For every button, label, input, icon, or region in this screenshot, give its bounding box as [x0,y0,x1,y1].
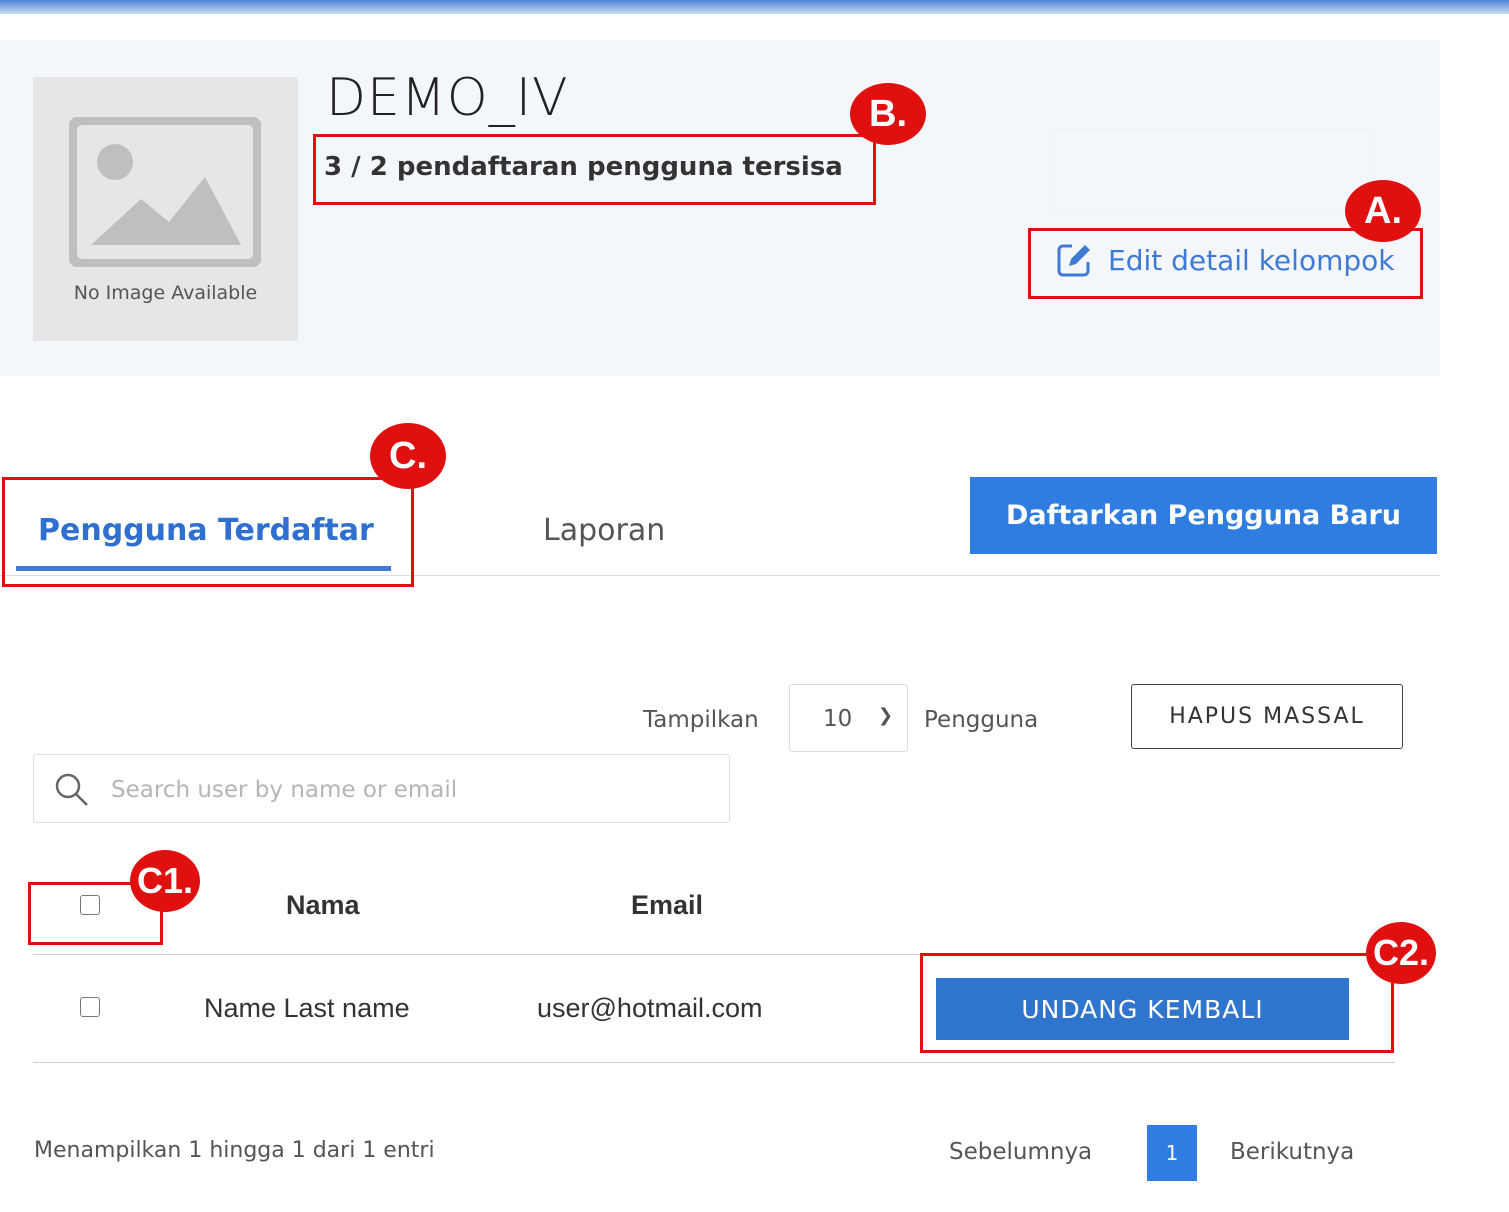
back-to-group-button[interactable]: Back to Group [1050,128,1374,212]
row-divider [33,1062,1395,1063]
pagination-next[interactable]: Berikutnya [1230,1139,1354,1165]
annotation-badge-a: A. [1345,180,1421,242]
entries-info: Menampilkan 1 hingga 1 dari 1 entri [34,1138,435,1163]
annotation-box-a [1028,228,1423,299]
annotation-badge-c2: C2. [1366,922,1436,984]
page-size-label: Tampilkan [643,707,759,733]
search-icon [55,773,88,806]
row-email: user@hotmail.com [537,993,763,1023]
pagination-page-1[interactable]: 1 [1147,1125,1197,1181]
page-size-select[interactable]: 10 ❯ [789,684,908,752]
no-image-label: No Image Available [73,282,258,304]
annotation-badge-b: B. [850,83,926,145]
chevron-down-icon: ❯ [878,705,894,726]
annotation-box-b [313,134,876,205]
annotation-box-c [2,477,414,587]
annotation-box-c2 [920,953,1394,1053]
image-placeholder-icon [69,117,261,267]
register-new-user-button[interactable]: Daftarkan Pengguna Baru [970,477,1437,554]
column-header-email: Email [631,890,704,920]
bulk-delete-button[interactable]: HAPUS MASSAL [1131,684,1403,749]
row-name: Name Last name [204,993,410,1023]
group-image-placeholder: No Image Available [33,77,298,341]
top-strip [0,0,1509,14]
row-checkbox[interactable] [80,997,100,1017]
pagination-previous[interactable]: Sebelumnya [949,1139,1092,1165]
search-input[interactable] [109,769,713,811]
search-box[interactable] [33,754,730,823]
page-size-value: 10 [823,706,853,732]
annotation-badge-c1: C1. [130,850,200,912]
page-size-suffix: Pengguna [924,707,1039,733]
annotation-badge-c: C. [370,423,446,489]
tab-reports[interactable]: Laporan [543,513,665,548]
column-header-name: Nama [286,890,360,920]
group-title: DEMO_IV [326,68,569,128]
